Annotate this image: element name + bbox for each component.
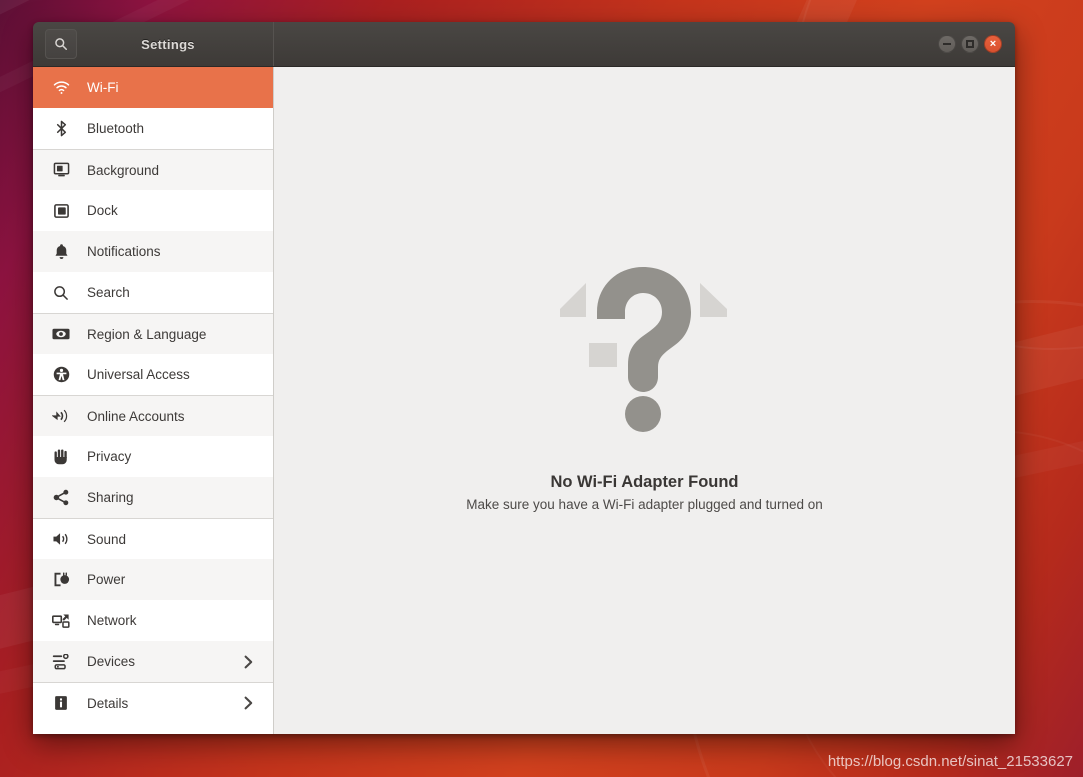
background-icon [51, 160, 71, 180]
region-language-icon [51, 324, 71, 344]
sidebar-item-privacy[interactable]: Privacy [33, 436, 273, 477]
wifi-icon [51, 78, 71, 98]
headerbar-left: Settings [33, 22, 274, 66]
sidebar-item-label: Devices [87, 654, 136, 669]
chevron-right-icon [244, 696, 253, 710]
bell-icon [51, 242, 71, 262]
sidebar-item-label: Sound [87, 531, 127, 547]
headerbar-right: × [274, 22, 1015, 66]
maximize-button[interactable] [961, 35, 979, 53]
window-title: Settings [141, 36, 195, 52]
sidebar-item-sharing[interactable]: Sharing [33, 477, 273, 518]
close-button[interactable]: × [984, 35, 1002, 53]
sidebar-item-label: Details [87, 695, 129, 711]
sidebar-item-universal-access[interactable]: Universal Access [33, 354, 273, 395]
sidebar-item-label: Notifications [87, 244, 161, 259]
sidebar-item-label: Online Accounts [87, 408, 185, 424]
sidebar-item-online-accounts[interactable]: Online Accounts [33, 395, 273, 436]
sidebar-item-details[interactable]: Details [33, 682, 273, 723]
sidebar-item-label: Background [87, 162, 160, 178]
accessibility-icon [51, 365, 71, 385]
sidebar-item-label: Search [87, 285, 130, 300]
share-icon [51, 488, 71, 508]
network-icon [51, 611, 71, 631]
minimize-icon [943, 43, 951, 45]
chevron-right-icon [244, 655, 253, 669]
settings-window: Settings × Wi-Fi Bluetooth Background Do… [33, 22, 1015, 734]
sidebar-item-bluetooth[interactable]: Bluetooth [33, 108, 273, 149]
info-icon [51, 693, 71, 713]
sidebar-item-power[interactable]: Power [33, 559, 273, 600]
sidebar-item-notifications[interactable]: Notifications [33, 231, 273, 272]
dock-icon [51, 201, 71, 221]
speaker-icon [51, 529, 71, 549]
devices-icon [51, 652, 71, 672]
sidebar-item-devices[interactable]: Devices [33, 641, 273, 682]
maximize-icon [966, 40, 974, 48]
settings-content-panel: No Wi-Fi Adapter Found Make sure you hav… [274, 67, 1015, 734]
settings-sidebar: Wi-Fi Bluetooth Background Dock Notifica… [33, 67, 274, 734]
sidebar-item-label: Network [87, 613, 137, 628]
sidebar-item-network[interactable]: Network [33, 600, 273, 641]
hand-icon [51, 447, 71, 467]
close-icon: × [989, 37, 997, 50]
minimize-button[interactable] [938, 35, 956, 53]
sidebar-item-label: Wi-Fi [87, 80, 119, 95]
desktop-wallpaper: Settings × Wi-Fi Bluetooth Background Do… [0, 0, 1083, 777]
sidebar-item-label: Bluetooth [87, 121, 145, 136]
search-icon [51, 283, 71, 303]
power-plug-icon [51, 570, 71, 590]
window-body: Wi-Fi Bluetooth Background Dock Notifica… [33, 67, 1015, 734]
bluetooth-icon [51, 119, 71, 139]
sidebar-item-label: Universal Access [87, 367, 190, 382]
window-headerbar: Settings × [33, 22, 1015, 67]
window-controls: × [938, 35, 1002, 53]
sidebar-item-sound[interactable]: Sound [33, 518, 273, 559]
sidebar-item-label: Region & Language [87, 326, 207, 342]
wifi-question-icon [555, 259, 735, 439]
sidebar-item-label: Privacy [87, 449, 132, 464]
empty-state-title: No Wi-Fi Adapter Found [550, 473, 739, 491]
search-button[interactable] [45, 29, 77, 59]
sidebar-item-dock[interactable]: Dock [33, 190, 273, 231]
sidebar-item-label: Sharing [87, 490, 134, 505]
online-accounts-icon [51, 406, 71, 426]
search-icon [54, 37, 68, 51]
watermark-text: https://blog.csdn.net/sinat_21533627 [827, 753, 1073, 770]
sidebar-item-search[interactable]: Search [33, 272, 273, 313]
empty-state-subtitle: Make sure you have a Wi-Fi adapter plugg… [466, 497, 823, 512]
sidebar-item-label: Dock [87, 203, 118, 218]
sidebar-item-region-language[interactable]: Region & Language [33, 313, 273, 354]
sidebar-item-label: Power [87, 572, 126, 587]
sidebar-item-wi-fi[interactable]: Wi-Fi [33, 67, 273, 108]
sidebar-item-background[interactable]: Background [33, 149, 273, 190]
